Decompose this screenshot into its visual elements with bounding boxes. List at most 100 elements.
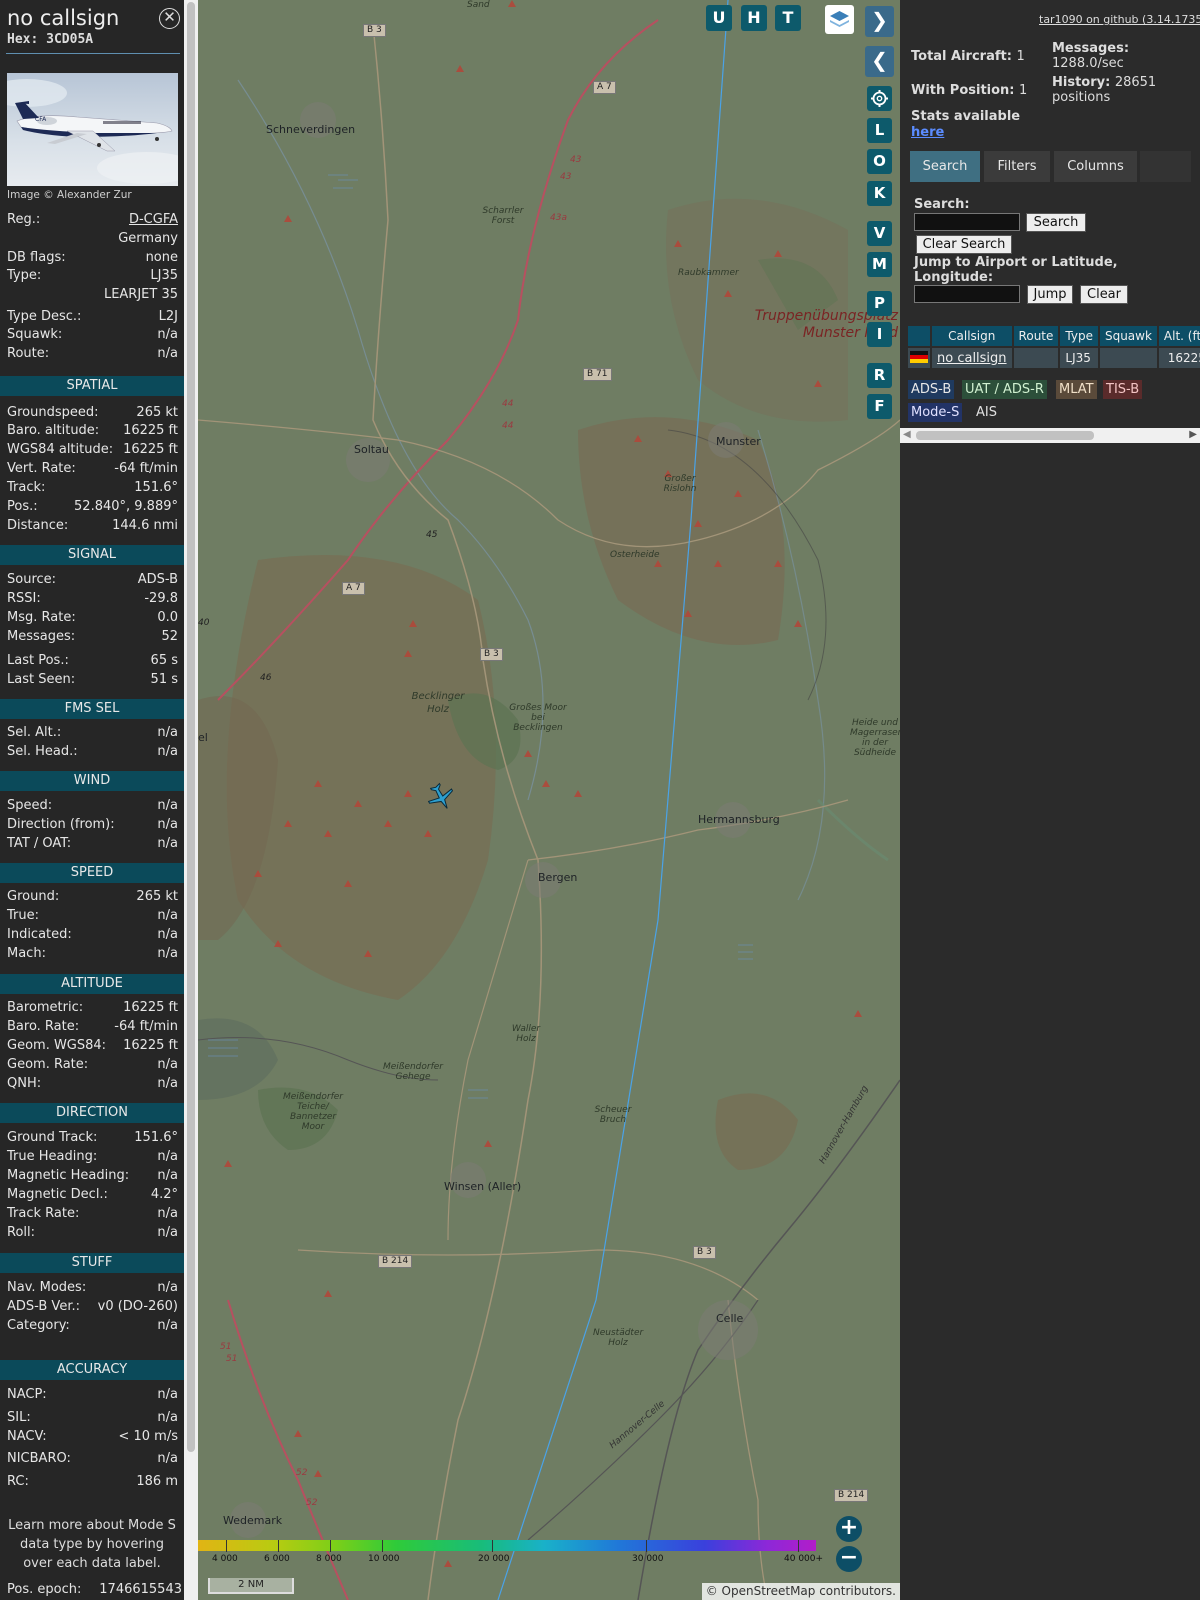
column-header-type[interactable]: Type: [1060, 326, 1098, 346]
info-row-value: n/a: [157, 817, 178, 832]
info-row-value: 265 kt: [136, 889, 178, 904]
info-row-value: 4.2°: [150, 1187, 178, 1202]
layers-button[interactable]: [825, 5, 854, 34]
info-row-value: n/a: [157, 1225, 178, 1240]
town-label: Munster: [716, 435, 761, 448]
toggle-p-button[interactable]: P: [867, 291, 892, 316]
info-row-key: WGS84 altitude:: [7, 442, 114, 457]
close-icon[interactable]: ✕: [159, 8, 180, 29]
messages-label: Messages:: [1052, 41, 1130, 56]
section-header-fms: FMS SEL: [0, 699, 184, 719]
tab-filters[interactable]: Filters: [984, 151, 1050, 182]
source-legend-mlat: MLAT: [1056, 380, 1097, 399]
aircraft-marker-icon[interactable]: [426, 782, 456, 812]
toggle-o-button[interactable]: O: [867, 149, 892, 174]
info-row-value: LJ35: [150, 268, 178, 283]
info-row-value: n/a: [157, 836, 178, 851]
zoom-in-button[interactable]: +: [836, 1516, 862, 1542]
aircraft-photo[interactable]: CFA: [7, 73, 178, 186]
column-header-callsign[interactable]: Callsign: [932, 326, 1012, 346]
road-number: 44: [502, 421, 514, 431]
sidebar-scrollbar-thumb[interactable]: [187, 2, 195, 1452]
table-row[interactable]: no callsign LJ35 16225: [908, 348, 1200, 368]
area-label: Sand: [467, 0, 490, 10]
info-row-key: True Heading:: [7, 1149, 98, 1164]
info-row-key: Track:: [7, 480, 46, 495]
registration-link[interactable]: D-CGFA: [129, 212, 178, 227]
tab-blank: [1140, 151, 1191, 182]
info-row: Magnetic Decl.: 4.2°: [7, 1187, 178, 1205]
info-row-key: True:: [7, 908, 39, 923]
info-row: Magnetic Heading: n/a: [7, 1168, 178, 1186]
town-label: Bergen: [538, 871, 578, 884]
toggle-m-button[interactable]: M: [867, 252, 892, 277]
toggle-l-button[interactable]: L: [867, 118, 892, 143]
search-input[interactable]: [914, 213, 1020, 231]
info-row-key: Nav. Modes:: [7, 1280, 87, 1295]
colorbar-tick: [226, 1540, 227, 1552]
colorbar-tick-label: 30 000: [632, 1554, 664, 1564]
clear-search-button[interactable]: Clear Search: [916, 235, 1012, 254]
info-row-value: n/a: [157, 725, 178, 740]
toggle-k-button[interactable]: K: [867, 181, 892, 206]
info-row-key: NICBARO:: [7, 1451, 71, 1466]
colorbar-tick-label: 10 000: [368, 1554, 400, 1564]
stats-here-link[interactable]: here: [911, 125, 944, 140]
table-horizontal-scrollbar[interactable]: ◀ ▶: [900, 428, 1200, 443]
town-label: el: [198, 731, 208, 744]
callsign-cell[interactable]: no callsign: [932, 348, 1012, 368]
info-row: Roll: n/a: [7, 1225, 178, 1243]
section-header-altitude: ALTITUDE: [0, 974, 184, 994]
jump-button[interactable]: Jump: [1027, 285, 1073, 304]
info-row-key: RSSI:: [7, 591, 41, 606]
jump-input[interactable]: [914, 285, 1020, 303]
map-view[interactable]: Schneverdingen Soltau Munster Hermannsbu…: [198, 0, 900, 1600]
clear-button[interactable]: Clear: [1080, 285, 1128, 304]
toggle-u-button[interactable]: U: [706, 5, 732, 31]
info-row-key: Barometric:: [7, 1000, 84, 1015]
info-row: Pos.: 52.840°, 9.889°: [7, 499, 178, 517]
toggle-f-button[interactable]: F: [867, 394, 892, 419]
column-header-squawk[interactable]: Squawk: [1099, 326, 1157, 346]
search-button[interactable]: Search: [1026, 213, 1086, 232]
info-row-value: 151.6°: [134, 1130, 178, 1145]
info-row: Category: n/a: [7, 1318, 178, 1336]
toggle-t-button[interactable]: T: [775, 5, 801, 31]
info-row: SIL: n/a: [7, 1410, 178, 1428]
info-row: Geom. Rate: n/a: [7, 1057, 178, 1075]
info-row-key: NACP:: [7, 1387, 47, 1402]
gear-icon: [871, 90, 888, 107]
tab-columns[interactable]: Columns: [1054, 151, 1137, 182]
section-header-spatial: SPATIAL: [0, 376, 184, 396]
info-row-key: Magnetic Heading:: [7, 1168, 130, 1183]
toggle-v-button[interactable]: V: [867, 221, 892, 246]
area-label: Osterheide: [610, 550, 660, 560]
info-row: Squawk: n/a: [7, 327, 178, 345]
column-header-route[interactable]: Route: [1013, 326, 1059, 346]
tab-search[interactable]: Search: [910, 151, 980, 182]
area-label: Meißendorfer Gehege: [382, 1062, 444, 1082]
info-row: Last Pos.: 65 s: [7, 653, 178, 671]
toggle-i-button[interactable]: I: [867, 322, 892, 347]
toggle-r-button[interactable]: R: [867, 363, 892, 388]
info-row: Indicated: n/a: [7, 927, 178, 945]
info-row-value: 144.6 nmi: [112, 518, 178, 533]
sidebar-scrollbar[interactable]: [184, 0, 198, 1600]
info-row: Route: n/a: [7, 346, 178, 364]
column-header-alt-ft[interactable]: Alt. (ft): [1158, 326, 1200, 346]
history-label: History: 28651: [1052, 75, 1157, 90]
toggle-h-button[interactable]: H: [741, 5, 767, 31]
github-link[interactable]: tar1090 on github (3.14.1735): [1039, 13, 1200, 26]
info-row: NACV: < 10 m/s: [7, 1429, 178, 1447]
info-row-key: TAT / OAT:: [7, 836, 72, 851]
zoom-out-button[interactable]: −: [836, 1546, 862, 1572]
info-row-key: Category:: [7, 1318, 70, 1333]
previous-button[interactable]: ❮: [865, 46, 894, 77]
horizontal-scrollbar-thumb[interactable]: [916, 431, 1094, 440]
info-row-key: Track Rate:: [7, 1206, 80, 1221]
aircraft-info-panel: no callsign Hex: 3CD05A ✕ CFA Image © Al…: [0, 0, 184, 1600]
info-row-value: 16225 ft: [123, 1038, 178, 1053]
settings-button[interactable]: [867, 86, 892, 111]
next-button[interactable]: ❯: [865, 6, 894, 37]
map-attribution[interactable]: © OpenStreetMap contributors.: [701, 1583, 900, 1600]
